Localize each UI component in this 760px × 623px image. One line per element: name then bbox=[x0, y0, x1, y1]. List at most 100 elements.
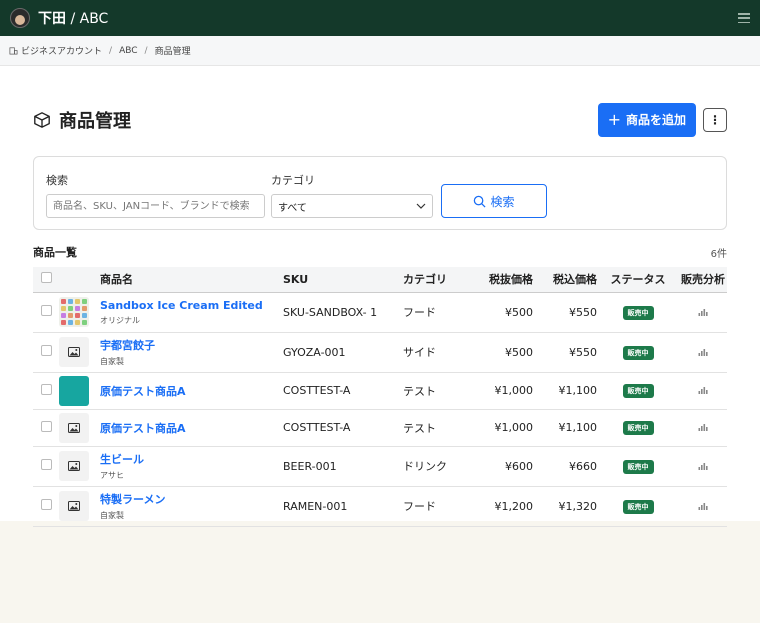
col-status[interactable]: ステータス bbox=[597, 267, 679, 293]
product-brand: オリジナル bbox=[100, 315, 140, 325]
product-name-link[interactable]: 原価テスト商品A bbox=[100, 383, 283, 399]
image-placeholder-icon bbox=[68, 501, 80, 511]
top-bar: 下田 / ABC bbox=[0, 0, 760, 36]
product-thumbnail[interactable] bbox=[59, 375, 89, 406]
product-name-link[interactable]: 原価テスト商品A bbox=[100, 420, 283, 436]
product-name-link[interactable]: Sandbox Ice Cream Edited bbox=[100, 299, 283, 312]
bar-chart-icon[interactable] bbox=[698, 386, 708, 394]
product-name-link[interactable]: 生ビール bbox=[100, 451, 283, 467]
product-price-in: ¥660 bbox=[533, 446, 597, 487]
row-checkbox[interactable] bbox=[41, 345, 52, 356]
table-row[interactable]: 特製ラーメン自家製 RAMEN-001 フード ¥1,200 ¥1,320 販売中 bbox=[33, 486, 727, 527]
menu-icon[interactable] bbox=[738, 13, 750, 23]
select-all-checkbox[interactable] bbox=[41, 272, 52, 284]
row-checkbox[interactable] bbox=[41, 499, 52, 510]
building-icon bbox=[9, 47, 18, 55]
product-price-in: ¥550 bbox=[533, 332, 597, 373]
bar-chart-icon[interactable] bbox=[698, 502, 708, 510]
bar-chart-icon[interactable] bbox=[698, 308, 708, 316]
search-input[interactable] bbox=[46, 194, 265, 218]
image-placeholder-icon bbox=[68, 347, 80, 357]
bar-chart-icon[interactable] bbox=[698, 348, 708, 356]
product-price-ex: ¥1,000 bbox=[471, 372, 533, 410]
list-title: 商品一覧 bbox=[33, 246, 77, 259]
search-label: 検索 bbox=[46, 174, 68, 187]
col-category[interactable]: カテゴリ bbox=[403, 267, 471, 293]
col-name[interactable]: 商品名 bbox=[100, 267, 283, 293]
plus-icon: + bbox=[607, 109, 621, 129]
status-badge: 販売中 bbox=[622, 421, 654, 435]
product-category: サイド bbox=[403, 332, 471, 373]
product-sku: BEER-001 bbox=[283, 446, 403, 487]
user-name: 下田 bbox=[38, 11, 66, 27]
row-checkbox[interactable] bbox=[41, 305, 52, 316]
product-name-link[interactable]: 宇都宮餃子 bbox=[100, 337, 283, 353]
product-thumbnail[interactable] bbox=[59, 491, 89, 521]
filter-panel: 検索 カテゴリ すべて 検索 bbox=[33, 156, 727, 230]
add-product-button[interactable]: + 商品を追加 bbox=[597, 102, 696, 137]
page-title: 商品管理 bbox=[33, 107, 131, 133]
image-placeholder-icon bbox=[68, 422, 80, 433]
table-row[interactable]: Sandbox Ice Cream Edited オリジナル SKU-SANDBOX… bbox=[33, 292, 727, 333]
product-brand: 自家製 bbox=[100, 357, 124, 366]
brand-title: 下田 / ABC bbox=[38, 11, 109, 27]
table-row[interactable]: 宇都宮餃子自家製 GYOZA-001 サイド ¥500 ¥550 販売中 bbox=[33, 332, 727, 373]
product-brand: アサヒ bbox=[100, 471, 124, 480]
table-header: 商品名 SKU カテゴリ 税抜価格 税込価格 ステータス 販売分析 bbox=[33, 267, 727, 293]
table-row[interactable]: 原価テスト商品A COSTTEST-A テスト ¥1,000 ¥1,100 販売中 bbox=[33, 372, 727, 410]
product-sku: COSTTEST-A bbox=[283, 372, 403, 410]
product-price-in: ¥1,100 bbox=[533, 372, 597, 410]
status-badge: 販売中 bbox=[622, 459, 654, 474]
product-price-in: ¥550 bbox=[533, 292, 597, 333]
table-row[interactable]: 原価テスト商品A COSTTEST-A テスト ¥1,000 ¥1,100 販売中 bbox=[33, 409, 727, 447]
product-name-link[interactable]: 特製ラーメン bbox=[100, 491, 283, 507]
breadcrumb-item-org[interactable]: ABC bbox=[119, 46, 137, 56]
breadcrumb: ビジネスアカウント / ABC / 商品管理 bbox=[0, 36, 760, 66]
product-table: 商品名 SKU カテゴリ 税抜価格 税込価格 ステータス 販売分析 Sandbo… bbox=[33, 267, 727, 527]
col-price-in[interactable]: 税込価格 bbox=[533, 267, 597, 293]
status-badge: 販売中 bbox=[622, 305, 654, 320]
product-thumbnail[interactable] bbox=[59, 451, 89, 481]
product-category: テスト bbox=[403, 409, 471, 447]
product-category: フード bbox=[403, 486, 471, 527]
search-button[interactable]: 検索 bbox=[441, 184, 547, 218]
row-checkbox[interactable] bbox=[41, 383, 52, 395]
product-sku: GYOZA-001 bbox=[283, 332, 403, 373]
product-brand: 自家製 bbox=[100, 511, 124, 520]
col-sku[interactable]: SKU bbox=[283, 267, 403, 293]
product-price-in: ¥1,100 bbox=[533, 409, 597, 447]
item-count: 6件 bbox=[710, 248, 727, 260]
breadcrumb-item-current: 商品管理 bbox=[154, 47, 191, 57]
category-label: カテゴリ bbox=[271, 174, 315, 187]
bar-chart-icon[interactable] bbox=[698, 462, 708, 470]
row-checkbox[interactable] bbox=[41, 459, 52, 470]
category-select[interactable]: すべて bbox=[271, 194, 433, 218]
box-icon bbox=[34, 111, 50, 128]
product-price-ex: ¥1,000 bbox=[471, 409, 533, 447]
status-badge: 販売中 bbox=[622, 499, 654, 514]
product-price-ex: ¥500 bbox=[471, 332, 533, 373]
product-category: ドリンク bbox=[403, 446, 471, 487]
main-content: 商品管理 +商品を追加 ⋮ 検索 カテゴリ すべて 検索 商品一覧 6件 bbox=[0, 66, 760, 527]
breadcrumb-item-business[interactable]: ビジネスアカウント bbox=[9, 44, 102, 57]
table-row[interactable]: 生ビールアサヒ BEER-001 ドリンク ¥600 ¥660 販売中 bbox=[33, 446, 727, 487]
avatar[interactable] bbox=[10, 8, 30, 28]
bar-chart-icon[interactable] bbox=[698, 423, 708, 431]
product-price-in: ¥1,320 bbox=[533, 486, 597, 527]
product-thumbnail[interactable] bbox=[59, 412, 89, 443]
product-sku: RAMEN-001 bbox=[283, 486, 403, 527]
status-badge: 販売中 bbox=[622, 345, 654, 360]
product-sku: COSTTEST-A bbox=[283, 409, 403, 447]
product-thumbnail[interactable] bbox=[59, 297, 89, 327]
col-price-ex[interactable]: 税抜価格 bbox=[471, 267, 533, 293]
product-price-ex: ¥500 bbox=[471, 292, 533, 333]
product-price-ex: ¥1,200 bbox=[471, 486, 533, 527]
row-checkbox[interactable] bbox=[41, 420, 52, 432]
product-price-ex: ¥600 bbox=[471, 446, 533, 487]
product-category: フード bbox=[403, 292, 471, 333]
product-sku: SKU-SANDBOX- 1 bbox=[283, 292, 403, 333]
more-options-button[interactable]: ⋮ bbox=[703, 107, 727, 132]
col-analysis: 販売分析 bbox=[679, 267, 727, 293]
product-thumbnail[interactable] bbox=[59, 337, 89, 367]
product-category: テスト bbox=[403, 372, 471, 410]
